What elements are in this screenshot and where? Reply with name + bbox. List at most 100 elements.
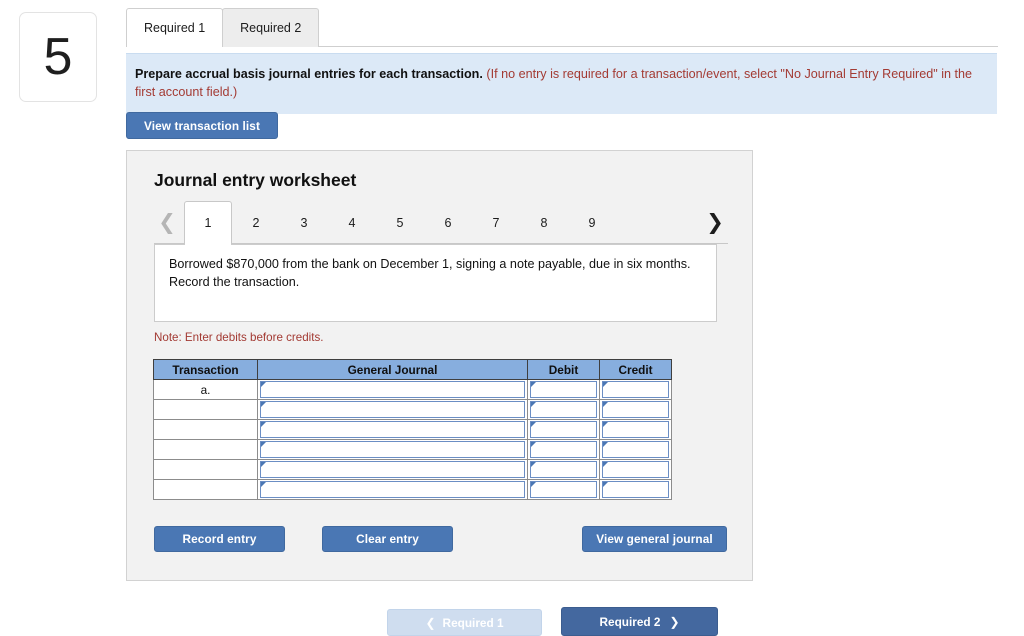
pager-page-9[interactable]: 9	[568, 201, 616, 244]
pager-page-7[interactable]: 7	[472, 201, 520, 244]
tab-required-1-label: Required 1	[144, 21, 206, 35]
account-dropdown-6[interactable]	[260, 481, 525, 498]
credit-input-4[interactable]	[602, 441, 669, 458]
credit-cell	[599, 379, 672, 400]
pager-page-8[interactable]: 8	[520, 201, 568, 244]
transaction-label-cell	[153, 459, 258, 480]
pager-page-6-label: 6	[444, 215, 452, 230]
column-header-credit: Credit	[599, 359, 672, 380]
view-transaction-list-button[interactable]: View transaction list	[126, 112, 278, 139]
account-dropdown-2[interactable]	[260, 401, 525, 418]
instruction-banner: Prepare accrual basis journal entries fo…	[126, 53, 997, 114]
debit-input-4[interactable]	[530, 441, 597, 458]
account-dropdown-3[interactable]	[260, 421, 525, 438]
debit-cell	[527, 479, 600, 500]
table-row: a.	[153, 379, 672, 400]
debit-input-3[interactable]	[530, 421, 597, 438]
debit-input-6[interactable]	[530, 481, 597, 498]
pager-page-3-label: 3	[300, 215, 308, 230]
transaction-description-text: Borrowed $870,000 from the bank on Decem…	[169, 257, 691, 289]
clear-entry-label: Clear entry	[356, 532, 419, 546]
pager-page-numbers: 1 2 3 4 5 6 7 8 9	[184, 201, 616, 245]
pager-page-5-label: 5	[396, 215, 404, 230]
credit-input-3[interactable]	[602, 421, 669, 438]
pager-page-5[interactable]: 5	[376, 201, 424, 244]
debit-input-2[interactable]	[530, 401, 597, 418]
record-entry-label: Record entry	[182, 532, 257, 546]
general-journal-cell	[257, 379, 528, 400]
debit-input-1[interactable]	[530, 381, 597, 398]
account-dropdown-4[interactable]	[260, 441, 525, 458]
table-row	[153, 479, 672, 500]
transaction-label-cell	[153, 439, 258, 460]
general-journal-cell	[257, 419, 528, 440]
pager-page-6[interactable]: 6	[424, 201, 472, 244]
journal-entry-table: Transaction General Journal Debit Credit…	[153, 359, 672, 500]
pager-page-2-label: 2	[252, 215, 260, 230]
pager-page-1[interactable]: 1	[184, 201, 232, 245]
credit-cell	[599, 399, 672, 420]
tab-required-2[interactable]: Required 2	[222, 8, 320, 47]
journal-entry-worksheet-card: Journal entry worksheet ❮ 1 2 3 4 5 6 7 …	[126, 150, 753, 581]
pager-page-9-label: 9	[588, 215, 596, 230]
page-root: 5 Required 1 Required 2 Prepare accrual …	[0, 0, 1024, 636]
table-row	[153, 419, 672, 440]
prev-requirement-button[interactable]: ❮ Required 1	[387, 609, 542, 636]
account-dropdown-5[interactable]	[260, 461, 525, 478]
debit-cell	[527, 379, 600, 400]
next-requirement-label: Required 2	[599, 614, 661, 629]
pager-page-1-label: 1	[204, 216, 212, 230]
next-requirement-button[interactable]: Required 2 ❯	[561, 607, 718, 636]
credit-cell	[599, 419, 672, 440]
pager-page-2[interactable]: 2	[232, 201, 280, 244]
account-dropdown-1[interactable]	[260, 381, 525, 398]
worksheet-title: Journal entry worksheet	[154, 170, 357, 190]
general-journal-cell	[257, 479, 528, 500]
clear-entry-button[interactable]: Clear entry	[322, 526, 453, 552]
table-header-row: Transaction General Journal Debit Credit	[153, 359, 672, 380]
pager-page-7-label: 7	[492, 215, 500, 230]
debit-cell	[527, 439, 600, 460]
transaction-label-cell	[153, 419, 258, 440]
question-number: 5	[43, 28, 73, 86]
chevron-left-icon[interactable]: ❮	[154, 209, 180, 235]
debit-input-5[interactable]	[530, 461, 597, 478]
chevron-right-icon[interactable]: ❯	[702, 209, 728, 235]
credit-input-6[interactable]	[602, 481, 669, 498]
record-entry-button[interactable]: Record entry	[154, 526, 285, 552]
general-journal-cell	[257, 399, 528, 420]
chevron-right-icon: ❯	[669, 614, 680, 629]
view-general-journal-button[interactable]: View general journal	[582, 526, 727, 552]
general-journal-cell	[257, 439, 528, 460]
view-general-journal-label: View general journal	[596, 532, 713, 546]
pager-page-4[interactable]: 4	[328, 201, 376, 244]
question-number-badge: 5	[19, 12, 97, 102]
instruction-main-text: Prepare accrual basis journal entries fo…	[135, 67, 483, 81]
column-header-general-journal: General Journal	[257, 359, 528, 380]
transaction-label-cell: a.	[153, 379, 258, 400]
table-row	[153, 399, 672, 420]
tab-required-2-label: Required 2	[240, 21, 302, 35]
chevron-left-icon: ❮	[425, 615, 436, 630]
credit-cell	[599, 479, 672, 500]
transaction-label-cell	[153, 399, 258, 420]
prev-requirement-label: Required 1	[442, 615, 504, 630]
credit-input-1[interactable]	[602, 381, 669, 398]
credit-input-2[interactable]	[602, 401, 669, 418]
pager-page-4-label: 4	[348, 215, 356, 230]
transaction-description: Borrowed $870,000 from the bank on Decem…	[154, 244, 717, 322]
column-header-transaction: Transaction	[153, 359, 258, 380]
credit-cell	[599, 459, 672, 480]
column-header-debit: Debit	[527, 359, 600, 380]
credit-cell	[599, 439, 672, 460]
tab-required-1[interactable]: Required 1	[126, 8, 224, 48]
table-row	[153, 459, 672, 480]
debit-cell	[527, 459, 600, 480]
worksheet-pager: ❮ 1 2 3 4 5 6 7 8 9 ❯	[154, 201, 728, 245]
credit-input-5[interactable]	[602, 461, 669, 478]
pager-page-3[interactable]: 3	[280, 201, 328, 244]
debits-before-credits-note: Note: Enter debits before credits.	[154, 331, 324, 344]
debit-cell	[527, 419, 600, 440]
table-row	[153, 439, 672, 460]
view-transaction-list-label: View transaction list	[144, 118, 260, 133]
